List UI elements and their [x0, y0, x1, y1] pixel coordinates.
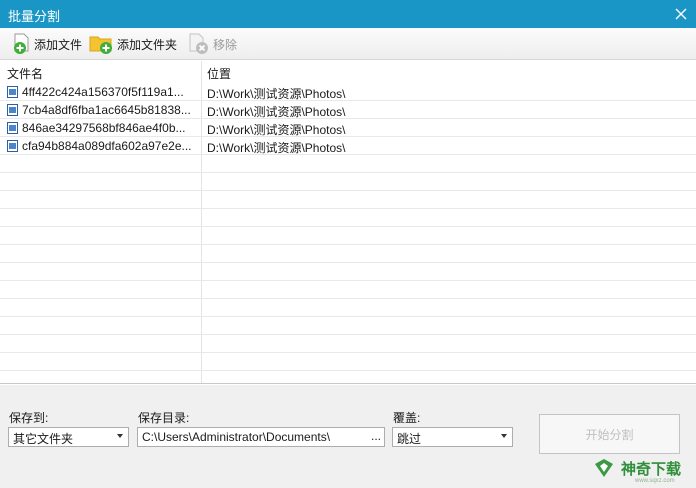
- image-file-icon: [7, 122, 18, 134]
- column-header-name[interactable]: 文件名: [7, 65, 43, 82]
- add-file-button[interactable]: 添加文件: [12, 32, 82, 56]
- file-location: D:\Work\测试资源\Photos\: [207, 123, 346, 137]
- table-row: [0, 263, 696, 281]
- file-location: D:\Work\测试资源\Photos\: [207, 87, 346, 101]
- file-name: 7cb4a8df6fba1ac6645b81838...: [22, 103, 191, 117]
- shield-logo-icon: [595, 459, 613, 477]
- file-location: D:\Work\测试资源\Photos\: [207, 141, 346, 155]
- title-bar: 批量分割: [0, 0, 696, 28]
- table-row: [0, 353, 696, 371]
- remove-button[interactable]: 移除: [187, 32, 237, 56]
- chevron-down-icon: [501, 434, 507, 438]
- save-to-select[interactable]: 其它文件夹: [8, 427, 129, 447]
- table-row: [0, 227, 696, 245]
- overwrite-select[interactable]: 跳过: [392, 427, 513, 447]
- close-button[interactable]: [666, 0, 696, 28]
- chevron-down-icon: [117, 434, 123, 438]
- window-title: 批量分割: [8, 9, 61, 24]
- add-folder-button[interactable]: 添加文件夹: [89, 32, 177, 56]
- table-row: [0, 317, 696, 335]
- table-row: [0, 335, 696, 353]
- save-to-value: 其它文件夹: [13, 432, 74, 446]
- table-row: [0, 245, 696, 263]
- close-icon: [675, 8, 687, 20]
- add-file-icon: [14, 33, 29, 54]
- file-name: 846ae34297568bf846ae4f0b...: [22, 121, 186, 135]
- table-row[interactable]: 7cb4a8df6fba1ac6645b81838... D:\Work\测试资…: [0, 101, 696, 119]
- image-file-icon: [7, 104, 18, 116]
- remove-label: 移除: [213, 37, 238, 52]
- table-row: [0, 299, 696, 317]
- watermark-url: www.sqxz.com: [635, 478, 675, 484]
- save-dir-label: 保存目录:: [138, 411, 190, 425]
- save-dir-input[interactable]: C:\Users\Administrator\Documents\ ...: [137, 427, 385, 447]
- save-dir-value: C:\Users\Administrator\Documents\: [142, 430, 331, 444]
- image-file-icon: [7, 86, 18, 98]
- image-file-icon: [7, 140, 18, 152]
- watermark-text: 神奇下载: [621, 459, 682, 478]
- table-row: [0, 173, 696, 191]
- remove-icon: [189, 33, 208, 54]
- column-header-location[interactable]: 位置: [207, 65, 231, 82]
- table-row: [0, 191, 696, 209]
- table-row[interactable]: 4ff422c424a156370f5f119a1... D:\Work\测试资…: [0, 83, 696, 101]
- table-row: [0, 155, 696, 173]
- file-list[interactable]: 文件名 位置 4ff422c424a156370f5f119a1... D:\W…: [0, 61, 696, 384]
- table-row[interactable]: cfa94b884a089dfa602a97e2e... D:\Work\测试资…: [0, 137, 696, 155]
- watermark-logo: 神奇下载 www.sqxz.com: [585, 448, 696, 488]
- add-folder-label: 添加文件夹: [117, 37, 178, 52]
- browse-button[interactable]: ...: [371, 429, 381, 443]
- table-row[interactable]: 846ae34297568bf846ae4f0b... D:\Work\测试资源…: [0, 119, 696, 137]
- file-name: 4ff422c424a156370f5f119a1...: [22, 85, 184, 99]
- file-location: D:\Work\测试资源\Photos\: [207, 105, 346, 119]
- overwrite-value: 跳过: [397, 432, 422, 446]
- table-row: [0, 209, 696, 227]
- toolbar: 添加文件 添加文件夹 移除: [0, 28, 696, 60]
- overwrite-label: 覆盖:: [393, 411, 421, 425]
- add-file-label: 添加文件: [34, 37, 83, 52]
- file-name: cfa94b884a089dfa602a97e2e...: [22, 139, 192, 153]
- save-to-label: 保存到:: [9, 411, 49, 425]
- add-folder-icon: [89, 36, 112, 54]
- file-rows: 4ff422c424a156370f5f119a1... D:\Work\测试资…: [0, 83, 696, 371]
- table-row: [0, 281, 696, 299]
